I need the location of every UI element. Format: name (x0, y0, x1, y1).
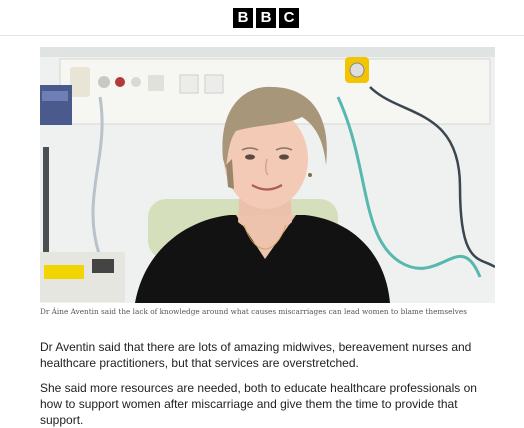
photo-caption: Dr Áine Aventin said the lack of knowled… (40, 307, 467, 316)
site-header: B B C (0, 0, 524, 36)
logo-letter-b1: B (233, 8, 253, 28)
logo-letter-c: C (279, 8, 299, 28)
bbc-logo[interactable]: B B C (233, 8, 299, 28)
logo-letter-b2: B (256, 8, 276, 28)
article-photo (40, 47, 495, 303)
portrait-photo-illustration (40, 47, 495, 303)
article-paragraph-2: She said more resources are needed, both… (40, 381, 477, 427)
article-paragraph-1: Dr Aventin said that there are lots of a… (40, 340, 472, 370)
